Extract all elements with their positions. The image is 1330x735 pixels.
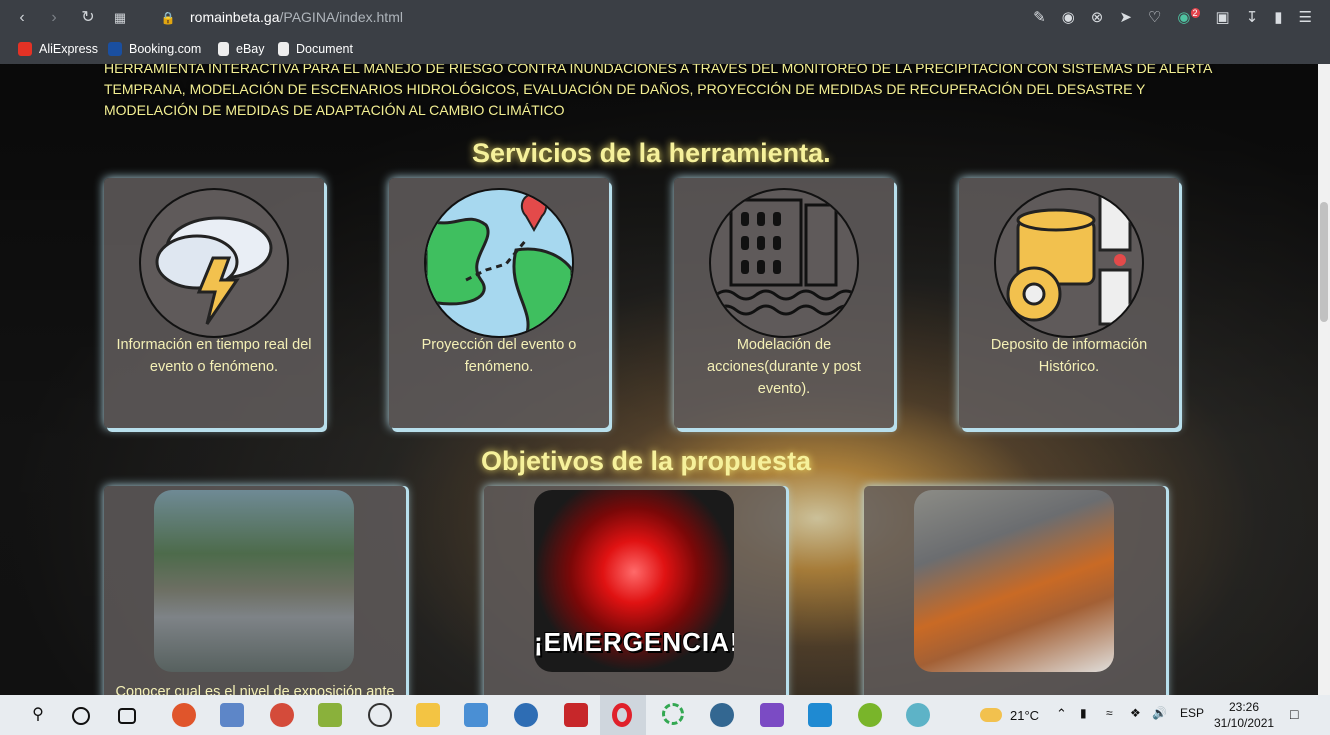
clock[interactable]: 23:26 31/10/2021 bbox=[1214, 699, 1274, 731]
task-view-icon[interactable] bbox=[118, 708, 136, 724]
extension-icon[interactable]: ◉ 2 bbox=[1177, 8, 1200, 26]
document-icon bbox=[278, 42, 289, 56]
folder-icon[interactable] bbox=[416, 703, 440, 727]
service-card[interactable]: Deposito de información Histórico. bbox=[959, 178, 1179, 428]
objective-label: Conocer cual es el nivel de exposición a… bbox=[115, 684, 395, 695]
service-label: Proyección del evento o fenómeno. bbox=[421, 337, 577, 375]
bookmark-document[interactable]: Document bbox=[278, 42, 353, 56]
service-label: Modelación de acciones(durante y post ev… bbox=[707, 337, 861, 397]
block-icon[interactable]: ⊗ bbox=[1091, 8, 1104, 26]
scrollbar-thumb[interactable] bbox=[1320, 202, 1328, 322]
bookmarks-bar: AliExpress Booking.com eBay Document bbox=[0, 36, 1330, 64]
bookmark-booking[interactable]: Booking.com bbox=[108, 42, 201, 56]
objective-card[interactable] bbox=[864, 486, 1166, 695]
app-icon[interactable] bbox=[172, 703, 196, 727]
opera-icon[interactable] bbox=[612, 703, 632, 727]
map-pin-icon bbox=[424, 188, 574, 338]
battery-icon[interactable]: ▮ bbox=[1080, 706, 1087, 720]
objective-card[interactable]: Conocer cual es el nivel de exposición a… bbox=[104, 486, 406, 695]
flood-street-image bbox=[154, 490, 354, 672]
app-icon[interactable] bbox=[464, 703, 488, 727]
bookmark-label: eBay bbox=[236, 42, 265, 56]
browser-toolbar: ‹ › ↻ ▦ 🔒 romainbeta.ga/PAGINA/index.htm… bbox=[0, 0, 1330, 36]
bookmark-label: Booking.com bbox=[129, 42, 202, 56]
page-viewport: HERRAMIENTA INTERACTIVA PARA EL MANEJO D… bbox=[0, 64, 1318, 695]
bookmark-label: Document bbox=[296, 42, 353, 56]
battery-icon[interactable]: ▮ bbox=[1274, 8, 1282, 26]
document-icon bbox=[218, 42, 229, 56]
obs-icon[interactable] bbox=[368, 703, 392, 727]
postgres-icon[interactable] bbox=[710, 703, 734, 727]
aliexpress-icon bbox=[18, 42, 32, 56]
camera-icon[interactable]: ◉ bbox=[1062, 8, 1075, 26]
shelter-image bbox=[914, 490, 1114, 672]
taskbar: ⚲ 21°C ⌃ ▮ ≈ ❖ 🔊 ESP 23:26 31/10/2021 □ bbox=[0, 695, 1330, 735]
database-gear-icon bbox=[994, 188, 1144, 338]
objectives-title: Objetivos de la propuesta bbox=[481, 446, 812, 476]
wifi-icon[interactable]: ≈ bbox=[1106, 706, 1113, 720]
objective-card[interactable]: ¡EMERGENCIA! bbox=[484, 486, 786, 695]
service-card[interactable]: Proyección del evento o fenómeno. bbox=[389, 178, 609, 428]
intro-text: HERRAMIENTA INTERACTIVA PARA EL MANEJO D… bbox=[104, 64, 1212, 118]
app-icon[interactable] bbox=[220, 703, 244, 727]
app-icon[interactable] bbox=[318, 703, 342, 727]
clock-date: 31/10/2021 bbox=[1214, 716, 1275, 730]
bookmark-ebay[interactable]: eBay bbox=[218, 42, 265, 56]
storm-cloud-icon bbox=[139, 188, 289, 338]
qgis-icon[interactable] bbox=[858, 703, 882, 727]
language-indicator[interactable]: ESP bbox=[1180, 706, 1204, 720]
menu-icon[interactable]: ☰ bbox=[1299, 8, 1312, 26]
service-card[interactable]: Modelación de acciones(durante y post ev… bbox=[674, 178, 894, 428]
chevron-up-icon[interactable]: ⌃ bbox=[1056, 706, 1067, 722]
forward-icon[interactable]: › bbox=[44, 8, 64, 28]
url-domain: romainbeta.ga bbox=[190, 9, 280, 25]
address-bar[interactable]: romainbeta.ga/PAGINA/index.html bbox=[190, 9, 403, 25]
search-icon[interactable]: ⚲ bbox=[26, 703, 50, 727]
clock-time: 23:26 bbox=[1228, 700, 1260, 714]
flooded-city-icon bbox=[709, 188, 859, 338]
bookmark-aliexpress[interactable]: AliExpress bbox=[18, 42, 98, 56]
url-path: /PAGINA/index.html bbox=[279, 9, 403, 25]
app-icon[interactable] bbox=[662, 703, 684, 725]
box-icon[interactable]: ▣ bbox=[1216, 8, 1230, 26]
reload-icon[interactable]: ↻ bbox=[78, 8, 98, 28]
download-icon[interactable]: ↧ bbox=[1246, 8, 1259, 26]
service-card[interactable]: Información en tiempo real del evento o … bbox=[104, 178, 324, 428]
booking-icon bbox=[108, 42, 122, 56]
edit-icon[interactable]: ✎ bbox=[1033, 8, 1046, 26]
service-label: Deposito de información Histórico. bbox=[990, 337, 1148, 375]
app-icon[interactable] bbox=[270, 703, 294, 727]
vscode-icon[interactable] bbox=[808, 703, 832, 727]
cortana-icon[interactable] bbox=[72, 707, 90, 725]
back-icon[interactable]: ‹ bbox=[12, 8, 32, 28]
visual-studio-icon[interactable] bbox=[760, 703, 784, 727]
heart-icon[interactable]: ♡ bbox=[1148, 8, 1161, 26]
send-icon[interactable]: ➤ bbox=[1119, 8, 1132, 26]
notification-icon[interactable]: □ bbox=[1290, 706, 1298, 722]
dropbox-icon[interactable]: ❖ bbox=[1130, 706, 1141, 720]
scrollbar[interactable] bbox=[1318, 64, 1330, 695]
extension-badge: 2 bbox=[1190, 8, 1200, 18]
r-icon[interactable] bbox=[514, 703, 538, 727]
weather-temp[interactable]: 21°C bbox=[1010, 708, 1039, 723]
lock-icon: 🔒 bbox=[160, 11, 176, 25]
services-title: Servicios de la herramienta. bbox=[472, 138, 831, 168]
service-label: Información en tiempo real del evento o … bbox=[116, 337, 312, 375]
emergency-siren-image: ¡EMERGENCIA! bbox=[534, 490, 734, 672]
bookmark-label: AliExpress bbox=[39, 42, 99, 56]
weather-icon bbox=[980, 708, 1002, 722]
grid-icon[interactable]: ▦ bbox=[110, 8, 130, 28]
volume-icon[interactable]: 🔊 bbox=[1152, 706, 1167, 720]
app-icon[interactable] bbox=[906, 703, 930, 727]
acrobat-icon[interactable] bbox=[564, 703, 588, 727]
emergency-text: ¡EMERGENCIA! bbox=[534, 627, 734, 657]
